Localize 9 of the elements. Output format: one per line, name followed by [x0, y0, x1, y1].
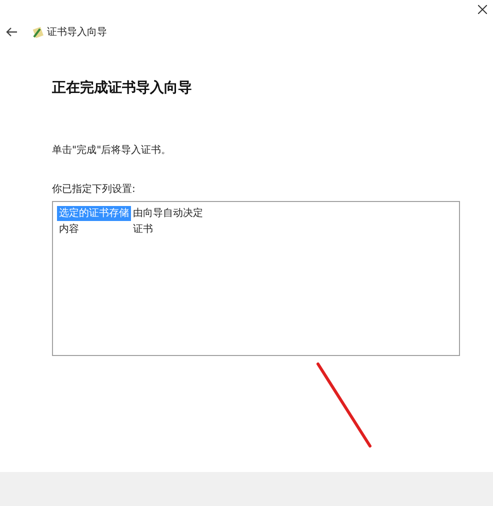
- setting-value: 由向导自动决定: [133, 206, 203, 220]
- instruction-text: 单击"完成"后将导入证书。: [52, 144, 172, 158]
- certificate-icon: [32, 26, 44, 38]
- close-button[interactable]: [475, 2, 489, 16]
- setting-value: 证书: [133, 222, 153, 236]
- settings-label: 你已指定下列设置:: [52, 182, 136, 197]
- wizard-heading: 正在完成证书导入向导: [52, 78, 193, 98]
- setting-name[interactable]: 内容: [57, 222, 81, 236]
- window-title: 证书导入向导: [47, 26, 107, 40]
